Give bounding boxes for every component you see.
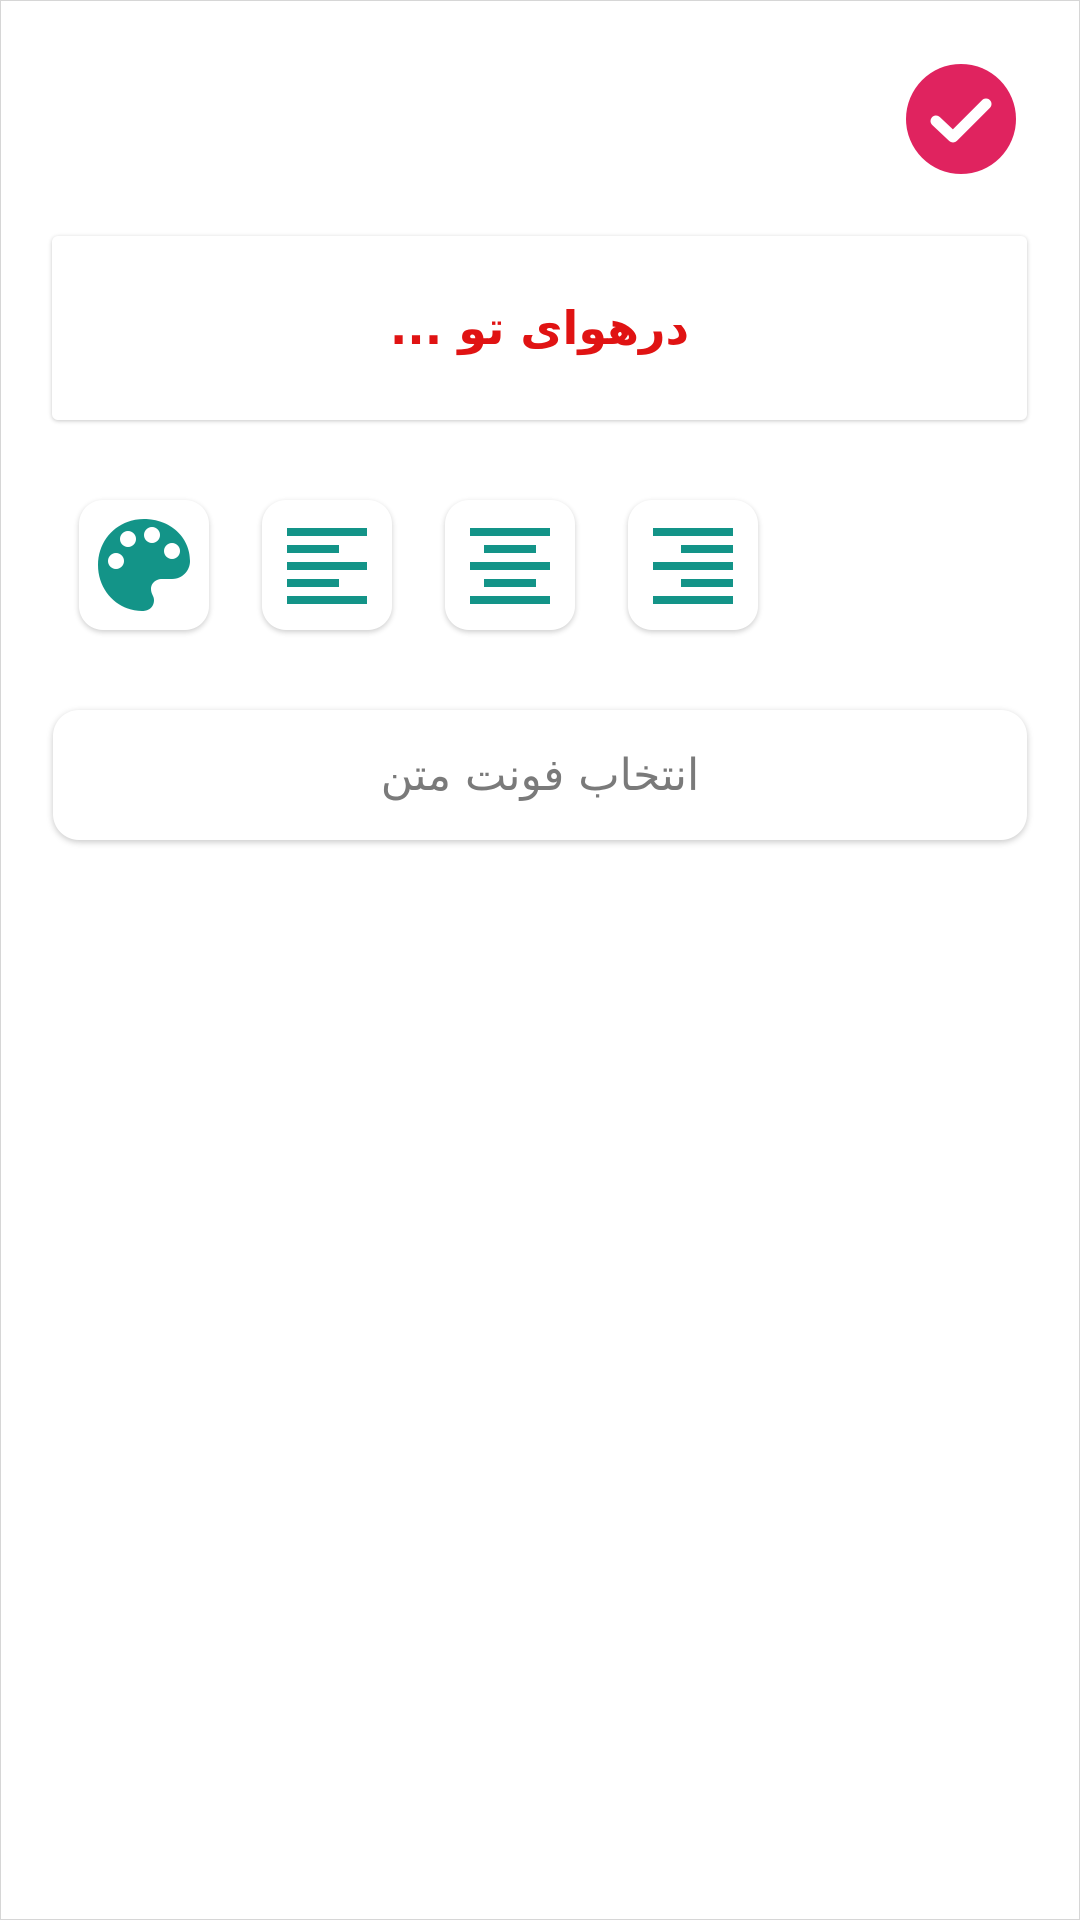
align-center-button[interactable] bbox=[445, 500, 575, 630]
select-font-label: انتخاب فونت متن bbox=[380, 749, 700, 801]
align-center-icon bbox=[469, 524, 551, 606]
color-palette-button[interactable] bbox=[79, 500, 209, 630]
preview-text: درهوای تو ... bbox=[389, 301, 690, 355]
align-left-icon bbox=[286, 524, 368, 606]
align-left-button[interactable] bbox=[262, 500, 392, 630]
select-font-button[interactable]: انتخاب فونت متن bbox=[53, 710, 1027, 840]
text-preview-card: درهوای تو ... bbox=[52, 236, 1027, 420]
check-icon bbox=[906, 64, 1016, 174]
align-right-icon bbox=[652, 524, 734, 606]
align-right-button[interactable] bbox=[628, 500, 758, 630]
palette-icon bbox=[94, 515, 194, 615]
confirm-button[interactable] bbox=[906, 64, 1016, 174]
